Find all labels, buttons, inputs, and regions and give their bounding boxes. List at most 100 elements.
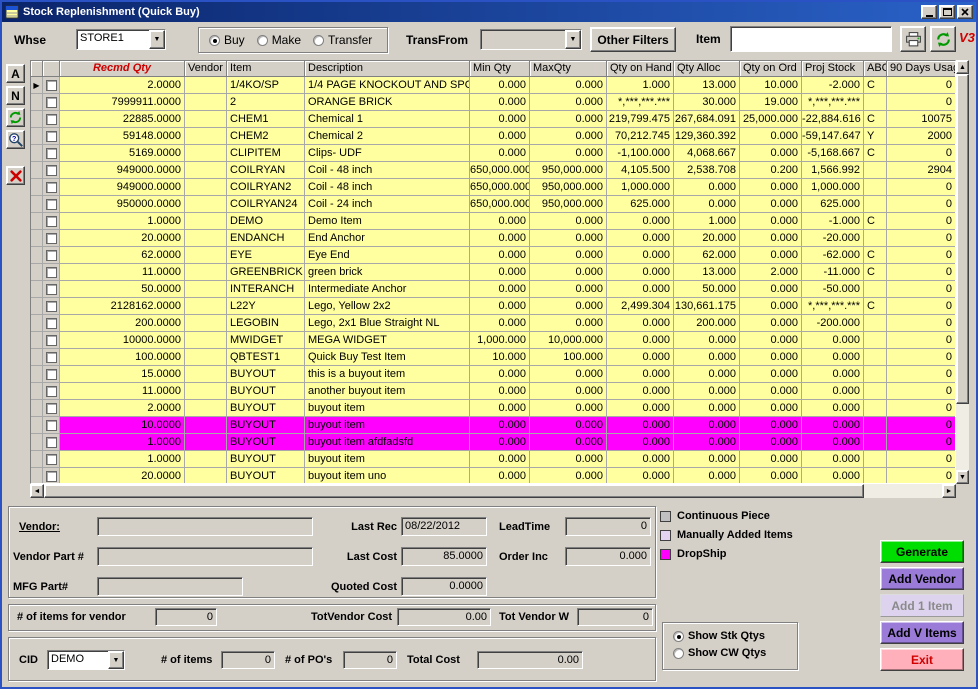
row-checkbox-cell[interactable] — [43, 349, 60, 366]
cell-min-qty[interactable]: 0.000 — [470, 128, 530, 145]
cell-qty-alloc[interactable]: 129,360.392 — [674, 128, 740, 145]
cell-qty-on-ord[interactable]: 0.000 — [740, 247, 802, 264]
cell-recmd-qty[interactable]: 11.0000 — [60, 264, 185, 281]
radio-transfer[interactable]: Transfer — [313, 33, 372, 47]
cell-vendor[interactable] — [185, 213, 227, 230]
cell-item[interactable]: QBTEST1 — [227, 349, 305, 366]
cell-description[interactable]: ORANGE BRICK — [305, 94, 470, 111]
cell-90-days-usage[interactable]: 0 — [887, 196, 955, 213]
cell-item[interactable]: BUYOUT — [227, 451, 305, 468]
cell-abc[interactable] — [864, 332, 887, 349]
whse-dropdown-button[interactable]: ▼ — [149, 30, 165, 49]
row-checkbox[interactable] — [46, 369, 57, 380]
row-checkbox-cell[interactable] — [43, 145, 60, 162]
cell-max-qty[interactable]: 0.000 — [530, 451, 607, 468]
minimize-button[interactable] — [921, 5, 937, 19]
cell-90-days-usage[interactable]: 2904 — [887, 162, 955, 179]
row-checkbox-cell[interactable] — [43, 383, 60, 400]
cell-90-days-usage[interactable]: 2000 — [887, 128, 955, 145]
cell-90-days-usage[interactable]: 0 — [887, 264, 955, 281]
cell-vendor[interactable] — [185, 196, 227, 213]
row-checkbox-cell[interactable] — [43, 247, 60, 264]
row-marker[interactable] — [31, 434, 43, 451]
cell-qty-on-ord[interactable]: 0.000 — [740, 298, 802, 315]
cell-description[interactable]: Chemical 1 — [305, 111, 470, 128]
cell-max-qty[interactable]: 0.000 — [530, 247, 607, 264]
row-checkbox[interactable] — [46, 199, 57, 210]
cell-abc[interactable]: C — [864, 77, 887, 94]
cell-vendor[interactable] — [185, 128, 227, 145]
cell-qty-on-hand[interactable]: 0.000 — [607, 451, 674, 468]
row-marker[interactable] — [31, 94, 43, 111]
cell-min-qty[interactable]: 10.000 — [470, 349, 530, 366]
cell-proj-stock[interactable]: -62.000 — [802, 247, 864, 264]
cell-vendor[interactable] — [185, 468, 227, 484]
side-refresh-button[interactable] — [6, 108, 25, 127]
cell-qty-on-hand[interactable]: 0.000 — [607, 230, 674, 247]
cell-min-qty[interactable]: 0.000 — [470, 451, 530, 468]
cell-qty-on-hand[interactable]: 1.000 — [607, 77, 674, 94]
cell-recmd-qty[interactable]: 2128162.0000 — [60, 298, 185, 315]
cell-min-qty[interactable]: 650,000.000 — [470, 179, 530, 196]
row-marker[interactable] — [31, 332, 43, 349]
row-marker[interactable] — [31, 247, 43, 264]
row-checkbox[interactable] — [46, 352, 57, 363]
cell-description[interactable]: another buyout item — [305, 383, 470, 400]
cell-qty-alloc[interactable]: 0.000 — [674, 179, 740, 196]
cell-qty-on-ord[interactable]: 0.200 — [740, 162, 802, 179]
cell-item[interactable]: BUYOUT — [227, 434, 305, 451]
cell-description[interactable]: Quick Buy Test Item — [305, 349, 470, 366]
cell-max-qty[interactable]: 0.000 — [530, 230, 607, 247]
column-header-description[interactable]: Description — [305, 61, 470, 77]
row-checkbox[interactable] — [46, 403, 57, 414]
cid-dropdown-button[interactable]: ▼ — [108, 651, 124, 669]
cell-qty-on-ord[interactable]: 0.000 — [740, 281, 802, 298]
row-marker[interactable] — [31, 349, 43, 366]
cell-abc[interactable]: C — [864, 298, 887, 315]
cell-recmd-qty[interactable]: 7999911.0000 — [60, 94, 185, 111]
cell-abc[interactable] — [864, 281, 887, 298]
cell-qty-on-hand[interactable]: 0.000 — [607, 264, 674, 281]
cell-proj-stock[interactable]: 0.000 — [802, 366, 864, 383]
cell-min-qty[interactable]: 0.000 — [470, 230, 530, 247]
cell-abc[interactable] — [864, 349, 887, 366]
cell-qty-on-hand[interactable]: 0.000 — [607, 281, 674, 298]
cell-qty-on-ord[interactable]: 25,000.000 — [740, 111, 802, 128]
cell-proj-stock[interactable]: -2.000 — [802, 77, 864, 94]
row-checkbox-cell[interactable] — [43, 77, 60, 94]
cell-description[interactable]: buyout item — [305, 417, 470, 434]
cell-vendor[interactable] — [185, 332, 227, 349]
cell-proj-stock[interactable]: 0.000 — [802, 451, 864, 468]
cell-qty-alloc[interactable]: 130,661.175 — [674, 298, 740, 315]
cell-90-days-usage[interactable]: 0 — [887, 230, 955, 247]
row-marker[interactable] — [31, 162, 43, 179]
cell-vendor[interactable] — [185, 400, 227, 417]
cell-qty-on-ord[interactable]: 0.000 — [740, 366, 802, 383]
cell-qty-on-hand[interactable]: 0.000 — [607, 332, 674, 349]
cell-abc[interactable] — [864, 179, 887, 196]
cell-proj-stock[interactable]: 0.000 — [802, 349, 864, 366]
row-checkbox[interactable] — [46, 318, 57, 329]
cell-vendor[interactable] — [185, 434, 227, 451]
cell-item[interactable]: COILRYAN24 — [227, 196, 305, 213]
cell-max-qty[interactable]: 950,000.000 — [530, 196, 607, 213]
cell-vendor[interactable] — [185, 111, 227, 128]
row-checkbox[interactable] — [46, 216, 57, 227]
cell-recmd-qty[interactable]: 1.0000 — [60, 451, 185, 468]
row-checkbox[interactable] — [46, 148, 57, 159]
row-checkbox-cell[interactable] — [43, 468, 60, 484]
cell-qty-alloc[interactable]: 0.000 — [674, 400, 740, 417]
cell-abc[interactable] — [864, 315, 887, 332]
cell-abc[interactable] — [864, 400, 887, 417]
cell-max-qty[interactable]: 0.000 — [530, 111, 607, 128]
cell-max-qty[interactable]: 0.000 — [530, 94, 607, 111]
cell-qty-on-ord[interactable]: 0.000 — [740, 400, 802, 417]
cell-recmd-qty[interactable]: 15.0000 — [60, 366, 185, 383]
cell-min-qty[interactable]: 0.000 — [470, 77, 530, 94]
cell-max-qty[interactable]: 10,000.000 — [530, 332, 607, 349]
row-marker[interactable] — [31, 281, 43, 298]
cell-description[interactable]: Eye End — [305, 247, 470, 264]
vertical-scrollbar[interactable]: ▲ ▼ — [956, 60, 969, 484]
cell-description[interactable]: buyout item — [305, 400, 470, 417]
cell-qty-alloc[interactable]: 1.000 — [674, 213, 740, 230]
